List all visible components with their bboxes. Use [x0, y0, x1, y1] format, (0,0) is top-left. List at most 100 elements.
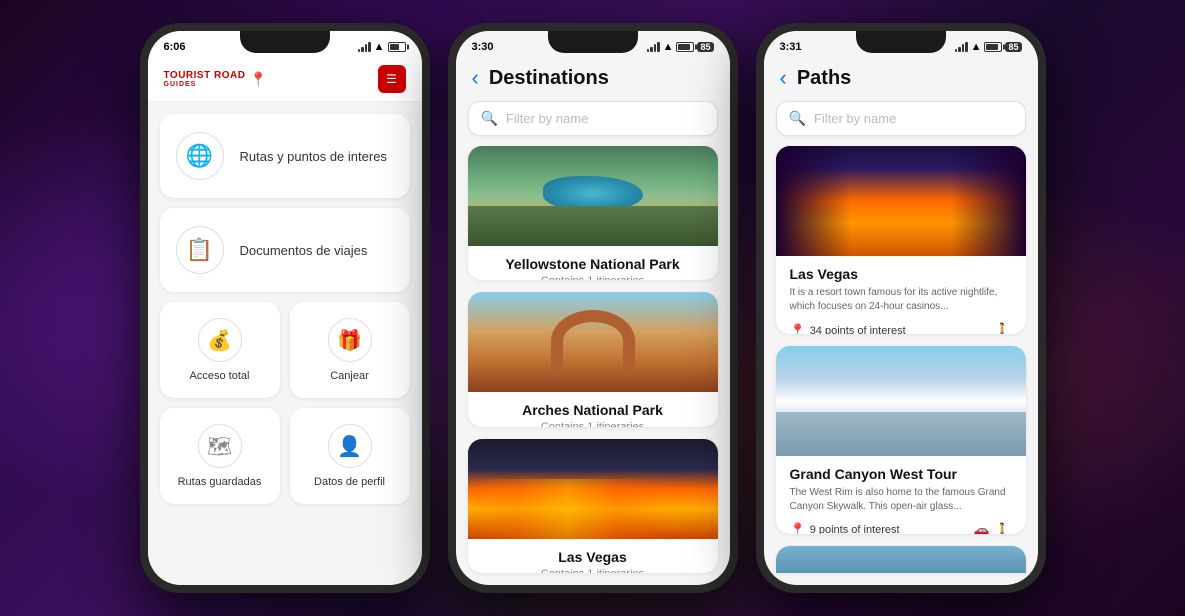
path-vegas-image: [776, 146, 1026, 256]
path-partial-card: [776, 546, 1026, 573]
phone3-notch: [856, 31, 946, 53]
menu-item-canjear[interactable]: 🎁 Canjear: [290, 302, 410, 398]
logo-pin-icon: 📍: [249, 71, 266, 88]
phone1-battery: [388, 42, 406, 52]
vegas-info: Las Vegas Contains 1 itineraries: [468, 539, 718, 573]
path-vegas-points: 📍 34 points of interest: [790, 323, 906, 334]
destinations-search-bar[interactable]: 🔍 Filter by name: [468, 101, 718, 136]
phones-container: 6:06 ▲ TOURIST ROAD GUIDES: [0, 0, 1185, 616]
phone2-signal: [647, 42, 660, 52]
canjear-icon: 🎁: [328, 318, 372, 362]
header-settings-button[interactable]: ☰: [378, 65, 406, 93]
phone2-wifi-icon: ▲: [663, 41, 674, 53]
path-vegas-points-text: 34 points of interest: [810, 325, 906, 334]
settings-icon: ☰: [386, 72, 397, 86]
phone1-wifi-icon: ▲: [374, 41, 385, 53]
phone3-wifi-icon: ▲: [971, 41, 982, 53]
logo-text-block: TOURIST ROAD GUIDES: [164, 71, 246, 88]
menu-item-perfil[interactable]: 👤 Datos de perfil: [290, 408, 410, 504]
menu-row-1: 💰 Acceso total 🎁 Canjear: [160, 302, 410, 398]
path-canyon-pin-icon: 📍: [790, 522, 806, 533]
logo-main-text: TOURIST ROAD: [164, 71, 246, 81]
paths-search-icon: 🔍: [789, 110, 806, 127]
path-vegas-info: Las Vegas It is a resort town famous for…: [776, 256, 1026, 334]
yellowstone-image: [468, 146, 718, 246]
phone3-status-icons: ▲ 85: [955, 41, 1022, 53]
path-las-vegas[interactable]: Las Vegas It is a resort town famous for…: [776, 146, 1026, 334]
yellowstone-info: Yellowstone National Park Contains 1 iti…: [468, 246, 718, 280]
phone3-battery: [984, 42, 1002, 52]
destinations-search-placeholder: Filter by name: [506, 111, 588, 126]
phone3-signal: [955, 42, 968, 52]
vegas-image: [468, 439, 718, 539]
yellowstone-name: Yellowstone National Park: [482, 256, 704, 272]
path-grand-canyon[interactable]: Grand Canyon West Tour The West Rim is a…: [776, 346, 1026, 534]
menu-row-2: 🗺 Rutas guardadas 👤 Datos de perfil: [160, 408, 410, 504]
phone2-time: 3:30: [472, 41, 494, 53]
arches-sub: Contains 1 itineraries: [482, 421, 704, 426]
vegas-sub: Contains 1 itineraries: [482, 568, 704, 573]
path-canyon-image: [776, 346, 1026, 456]
phone2-status-icons: ▲ 85: [647, 41, 714, 53]
acceso-label: Acceso total: [190, 370, 250, 382]
phone2-battery-percent: 85: [697, 42, 713, 52]
destination-yellowstone[interactable]: Yellowstone National Park Contains 1 iti…: [468, 146, 718, 280]
walking-icon-2: 🚶: [994, 522, 1011, 534]
menu-item-rutas-guardadas[interactable]: 🗺 Rutas guardadas: [160, 408, 280, 504]
path-canyon-points-text: 9 points of interest: [810, 524, 900, 533]
phone3-time: 3:31: [780, 41, 802, 53]
destination-vegas[interactable]: Las Vegas Contains 1 itineraries: [468, 439, 718, 573]
menu-item-rutas[interactable]: 🌐 Rutas y puntos de interes: [160, 114, 410, 198]
phone-3: 3:31 ▲ 85 ‹ Paths 🔍 Filter by: [756, 23, 1046, 593]
path-vegas-pin-icon: 📍: [790, 323, 806, 334]
arches-info: Arches National Park Contains 1 itinerar…: [468, 392, 718, 426]
tourist-road-logo: TOURIST ROAD GUIDES 📍: [164, 71, 267, 88]
path-canyon-points: 📍 9 points of interest: [790, 522, 900, 533]
rutas-icon: 🌐: [176, 132, 224, 180]
arches-image: [468, 292, 718, 392]
paths-title: Paths: [797, 67, 851, 90]
phone-2: 3:30 ▲ 85 ‹ Destinations 🔍 Fi: [448, 23, 738, 593]
vegas-name: Las Vegas: [482, 549, 704, 565]
walking-icon: 🚶: [994, 322, 1011, 334]
phone2-header: ‹ Destinations: [456, 59, 730, 101]
destination-arches[interactable]: Arches National Park Contains 1 itinerar…: [468, 292, 718, 426]
menu-item-acceso[interactable]: 💰 Acceso total: [160, 302, 280, 398]
phone1-notch: [240, 31, 330, 53]
destinations-list: Yellowstone National Park Contains 1 iti…: [456, 146, 730, 585]
rutas-guardadas-icon: 🗺: [198, 424, 242, 468]
phone1-content: 🌐 Rutas y puntos de interes 📋 Documentos…: [148, 102, 422, 585]
phone1-header: TOURIST ROAD GUIDES 📍 ☰: [148, 59, 422, 102]
documentos-icon: 📋: [176, 226, 224, 274]
paths-back-button[interactable]: ‹: [780, 65, 787, 91]
destinations-title: Destinations: [489, 67, 609, 90]
perfil-icon: 👤: [328, 424, 372, 468]
path-vegas-transport-icons: 🚶: [994, 322, 1011, 334]
path-vegas-desc: It is a resort town famous for its activ…: [790, 286, 1012, 314]
phone3-battery-percent: 85: [1005, 42, 1021, 52]
phone2-notch: [548, 31, 638, 53]
phone1-status-icons: ▲: [358, 41, 406, 53]
path-canyon-desc: The West Rim is also home to the famous …: [790, 486, 1012, 514]
path-vegas-meta: 📍 34 points of interest 🚶: [790, 322, 1012, 334]
phone3-header: ‹ Paths: [764, 59, 1038, 101]
logo-sub-text: GUIDES: [164, 81, 246, 88]
car-icon: 🚗: [973, 522, 990, 534]
destinations-search-icon: 🔍: [481, 110, 498, 127]
phone1-signal: [358, 42, 371, 52]
path-canyon-info: Grand Canyon West Tour The West Rim is a…: [776, 456, 1026, 534]
arches-name: Arches National Park: [482, 402, 704, 418]
rutas-guardadas-label: Rutas guardadas: [178, 476, 262, 488]
paths-list: Las Vegas It is a resort town famous for…: [764, 146, 1038, 585]
paths-search-placeholder: Filter by name: [814, 111, 896, 126]
path-canyon-meta: 📍 9 points of interest 🚗 🚶: [790, 522, 1012, 534]
rutas-label: Rutas y puntos de interes: [240, 149, 387, 164]
documentos-label: Documentos de viajes: [240, 243, 368, 258]
menu-item-documentos[interactable]: 📋 Documentos de viajes: [160, 208, 410, 292]
path-vegas-name: Las Vegas: [790, 266, 1012, 282]
destinations-back-button[interactable]: ‹: [472, 65, 479, 91]
canjear-label: Canjear: [330, 370, 369, 382]
paths-search-bar[interactable]: 🔍 Filter by name: [776, 101, 1026, 136]
phone1-time: 6:06: [164, 41, 186, 53]
perfil-label: Datos de perfil: [314, 476, 385, 488]
